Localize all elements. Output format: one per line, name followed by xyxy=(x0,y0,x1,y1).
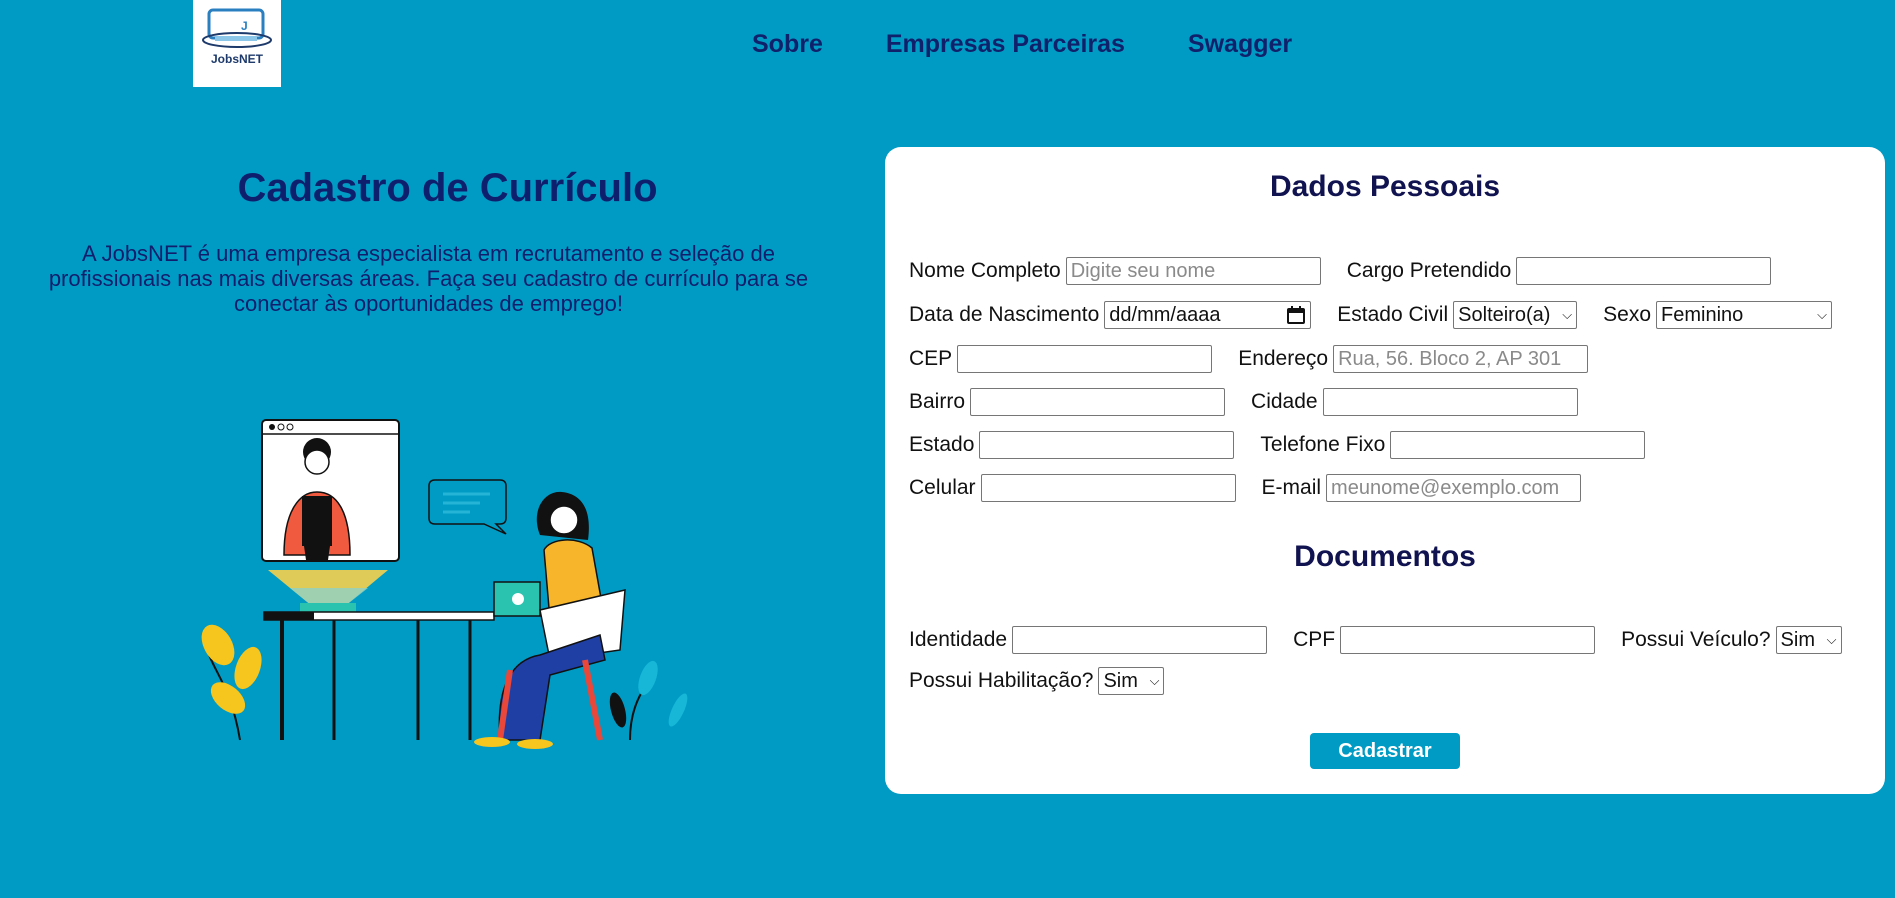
nav-sobre[interactable]: Sobre xyxy=(752,30,823,59)
label-habilitacao: Possui Habilitação? xyxy=(909,669,1094,692)
jobsnet-logo[interactable]: J JobsNET xyxy=(193,0,281,87)
calendar-icon[interactable] xyxy=(1286,305,1306,325)
chevron-down-icon: ⌵ xyxy=(1562,307,1573,322)
marital-status-value: Solteiro(a) xyxy=(1458,303,1551,326)
city-input[interactable] xyxy=(1322,388,1578,416)
form-row-documents: Identidade CPF Possui Veículo? Sim ⌵ xyxy=(909,624,1842,656)
label-sexo: Sexo xyxy=(1603,303,1652,326)
label-cpf: CPF xyxy=(1293,628,1336,651)
landline-input[interactable] xyxy=(1390,431,1646,459)
nav-swagger[interactable]: Swagger xyxy=(1188,30,1292,59)
has-license-select[interactable]: Sim ⌵ xyxy=(1098,667,1165,695)
has-vehicle-value: Sim xyxy=(1780,628,1815,651)
personal-data-title: Dados Pessoais xyxy=(1269,170,1501,203)
logo-text: JobsNET xyxy=(210,52,263,66)
sex-select[interactable]: Feminino ⌵ xyxy=(1656,301,1833,329)
svg-text:J: J xyxy=(241,19,248,33)
nav-empresas-parceiras[interactable]: Empresas Parceiras xyxy=(886,30,1125,59)
form-row-name: Nome Completo Cargo Pretendido xyxy=(909,255,1772,287)
label-cidade: Cidade xyxy=(1251,390,1318,413)
monitor-logo-icon: J xyxy=(202,8,272,48)
form-row-license: Possui Habilitação? Sim ⌵ xyxy=(909,665,1165,697)
form-row-bairro: Bairro Cidade xyxy=(909,386,1578,418)
label-veiculo: Possui Veículo? xyxy=(1621,628,1771,651)
label-nome: Nome Completo xyxy=(909,259,1061,282)
neighborhood-input[interactable] xyxy=(970,388,1226,416)
form-row-estado: Estado Telefone Fixo xyxy=(909,429,1646,461)
id-number-input[interactable] xyxy=(1012,626,1268,654)
form-row-birth: Data de Nascimento dd/mm/aaaa Estado Civ… xyxy=(909,299,1833,331)
address-input[interactable] xyxy=(1333,345,1589,373)
sex-value: Feminino xyxy=(1661,303,1744,326)
label-identidade: Identidade xyxy=(909,628,1008,651)
label-telefone: Telefone Fixo xyxy=(1260,433,1386,456)
page-title: Cadastro de Currículo xyxy=(237,166,658,210)
label-estado: Estado xyxy=(909,433,975,456)
birth-date-value: dd/mm/aaaa xyxy=(1109,303,1221,326)
birth-date-input[interactable]: dd/mm/aaaa xyxy=(1104,301,1312,329)
label-email: E-mail xyxy=(1261,476,1322,499)
form-row-cep: CEP Endereço xyxy=(909,343,1589,375)
mobile-input[interactable] xyxy=(980,474,1236,502)
top-nav: Sobre Empresas Parceiras Swagger xyxy=(752,30,1292,59)
cep-input[interactable] xyxy=(957,345,1213,373)
label-estado-civil: Estado Civil xyxy=(1337,303,1449,326)
chevron-down-icon: ⌵ xyxy=(1826,632,1837,647)
chevron-down-icon: ⌵ xyxy=(1817,307,1828,322)
submit-button[interactable]: Cadastrar xyxy=(1310,733,1460,769)
email-input[interactable] xyxy=(1326,474,1582,502)
desired-position-input[interactable] xyxy=(1516,257,1772,285)
form-row-celular: Celular E-mail xyxy=(909,472,1582,504)
label-endereco: Endereço xyxy=(1238,347,1329,370)
label-cargo: Cargo Pretendido xyxy=(1346,259,1512,282)
hero-description: A JobsNET é uma empresa especialista em … xyxy=(48,241,809,316)
state-input[interactable] xyxy=(979,431,1235,459)
label-cep: CEP xyxy=(909,347,953,370)
marital-status-select[interactable]: Solteiro(a) ⌵ xyxy=(1453,301,1578,329)
remote-interview-illustration xyxy=(201,419,688,749)
has-vehicle-select[interactable]: Sim ⌵ xyxy=(1775,626,1842,654)
has-license-value: Sim xyxy=(1103,669,1138,692)
label-celular: Celular xyxy=(909,476,976,499)
chevron-down-icon: ⌵ xyxy=(1149,673,1160,688)
label-bairro: Bairro xyxy=(909,390,966,413)
cpf-input[interactable] xyxy=(1340,626,1596,654)
label-nascimento: Data de Nascimento xyxy=(909,303,1100,326)
full-name-input[interactable] xyxy=(1065,257,1321,285)
documents-title: Documentos xyxy=(1294,540,1476,573)
resume-form-card: Dados Pessoais Nome Completo Cargo Prete… xyxy=(885,147,1885,794)
